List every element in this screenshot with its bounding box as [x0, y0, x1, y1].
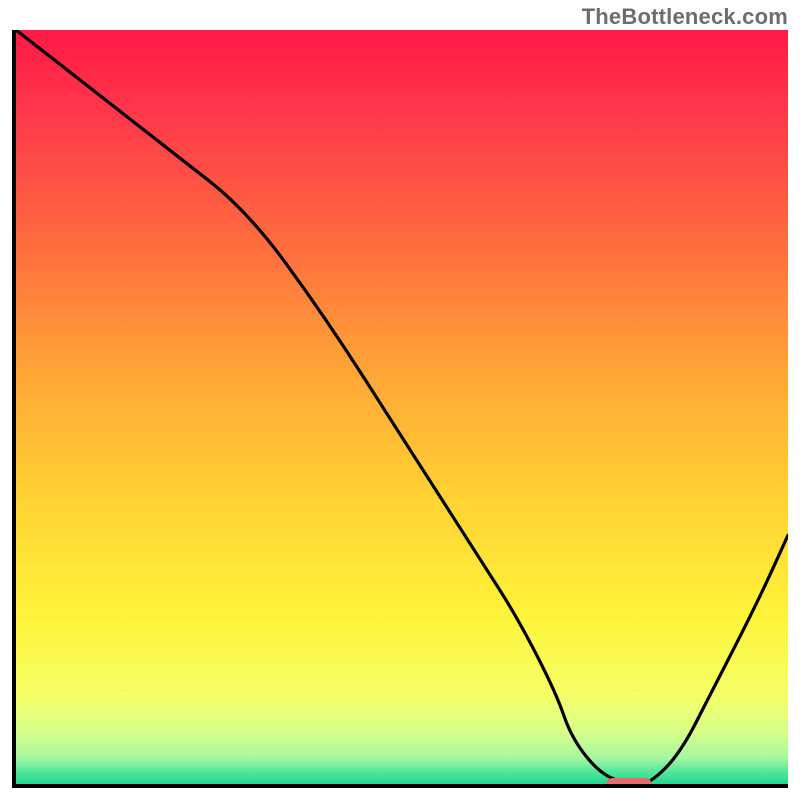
- optimal-range-marker: [606, 778, 653, 788]
- gradient-background: [16, 30, 788, 784]
- bottleneck-chart: TheBottleneck.com: [0, 0, 800, 800]
- plot-area: [12, 30, 788, 788]
- watermark-text: TheBottleneck.com: [582, 4, 788, 30]
